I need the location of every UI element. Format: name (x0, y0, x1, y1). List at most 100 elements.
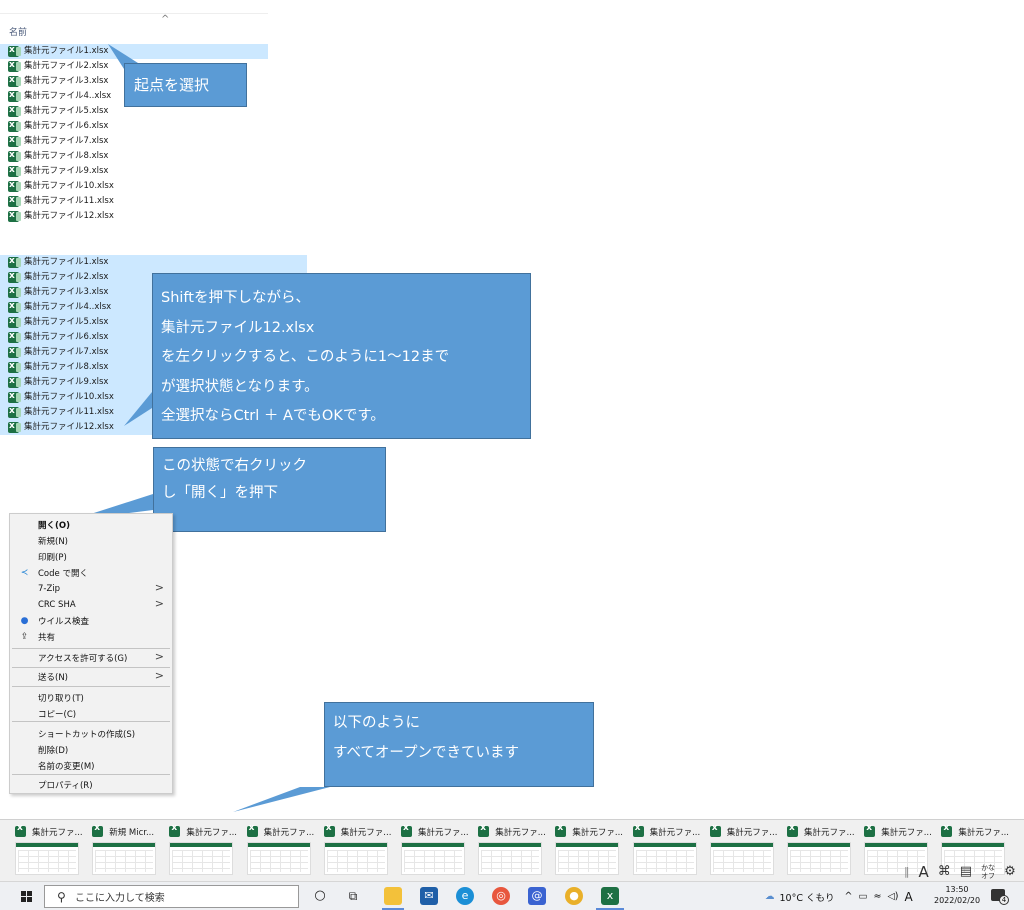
file-name: 集計元ファイル1.xlsx (24, 257, 109, 267)
ime-dictionary-icon[interactable]: ▤ (960, 864, 972, 879)
excel-window-thumbnail[interactable]: 集計元ファ... (246, 824, 319, 880)
excel-file-icon (8, 299, 21, 314)
file-item[interactable]: 集計元ファイル8.xlsx (0, 148, 268, 164)
excel-window-thumbnail[interactable]: 新規 Micr... (92, 824, 164, 880)
menu-item[interactable]: 7-Zip > (10, 581, 172, 597)
menu-item-label: 開く(O) (38, 521, 70, 531)
menu-item[interactable]: CRC SHA > (10, 597, 172, 613)
thumbnail-header: 集計元ファ... (555, 824, 627, 839)
menu-item[interactable]: 送る(N) > (10, 669, 172, 685)
app-red-icon[interactable]: ◎ (492, 887, 510, 905)
menu-item[interactable]: コピー(C) (10, 706, 172, 722)
excel-window-thumbnail[interactable]: 集計元ファ... (401, 824, 473, 880)
thumbnail-title: 集計元ファ... (572, 827, 623, 838)
menu-item[interactable]: ⇪ 共有 (10, 629, 172, 645)
sort-ascending-icon[interactable]: ^ (161, 14, 169, 25)
network-icon[interactable]: ▭ (858, 891, 867, 902)
file-name: 集計元ファイル5.xlsx (24, 317, 109, 327)
notification-icon[interactable]: 4 (991, 889, 1009, 905)
weather-icon[interactable]: ☁ (765, 891, 775, 902)
file-item[interactable]: 集計元ファイル1.xlsx (0, 43, 268, 59)
menu-item[interactable]: 開く(O) (10, 517, 172, 533)
ime-letter-icon[interactable]: A (919, 863, 929, 881)
kana-toggle[interactable]: かな オフ (981, 864, 995, 880)
callout-text: 全選択ならCtrl ＋ AでもOKです。 (161, 408, 385, 424)
windows-start-icon[interactable] (21, 891, 33, 903)
excel-taskbar-icon[interactable]: x (601, 887, 619, 905)
file-name: 集計元ファイル5.xlsx (24, 106, 109, 116)
excel-window-thumbnail[interactable]: 集計元ファ... (478, 824, 550, 880)
excel-file-icon (8, 269, 21, 284)
system-tray: ☁ 10°C くもり ^ ▭ ≈ ◁) A (765, 882, 913, 910)
menu-item[interactable]: ● ウイルス検査 (10, 613, 172, 629)
thumbnail-preview (555, 842, 620, 875)
file-item[interactable]: 集計元ファイル10.xlsx (0, 178, 268, 194)
wifi-icon[interactable]: ≈ (873, 891, 881, 902)
callout-right-click: この状態で右クリック し「開く」を押下 (153, 447, 386, 532)
menu-item[interactable]: 印刷(P) (10, 549, 172, 565)
file-name: 集計元ファイル7.xlsx (24, 347, 109, 357)
volume-icon[interactable]: ◁) (887, 891, 898, 902)
ime-pad-icon[interactable]: ⌘ (938, 864, 951, 879)
thumbnail-header: 集計元ファ... (401, 824, 473, 839)
at-mail-icon[interactable]: @ (528, 887, 546, 905)
callout-shift-select: Shiftを押下しながら、 集計元ファイル12.xlsx を左クリックすると、こ… (152, 273, 531, 439)
menu-item[interactable]: アクセスを許可する(G) > (10, 650, 172, 666)
thumbnail-title: 集計元ファ... (495, 827, 546, 838)
callout-text: 以下のように (333, 715, 420, 731)
clock-time: 13:50 (945, 885, 969, 894)
excel-window-thumbnail[interactable]: 集計元ファ... (15, 824, 87, 880)
chevron-right-icon: > (154, 597, 164, 610)
thumbnail-preview (478, 842, 543, 875)
excel-window-thumbnail[interactable]: 集計元ファ... (169, 824, 241, 880)
kana-bottom: オフ (981, 871, 996, 880)
thumbnail-header: 集計元ファ... (864, 824, 936, 839)
file-explorer-icon[interactable] (384, 887, 402, 905)
taskbar-search-box[interactable]: ⚲ ここに入力して検索 (44, 885, 299, 908)
excel-window-thumbnail[interactable]: 集計元ファ... (632, 824, 705, 880)
menu-item[interactable]: 新規(N) (10, 533, 172, 549)
ime-mode-indicator[interactable]: A (904, 890, 912, 904)
excel-icon (787, 824, 798, 837)
file-item[interactable]: 集計元ファイル7.xlsx (0, 133, 268, 149)
callout-text: 集計元ファイル12.xlsx (161, 319, 315, 336)
file-item[interactable]: 集計元ファイル6.xlsx (0, 118, 268, 134)
thumbnail-title: 集計元ファ... (881, 827, 932, 838)
excel-window-thumbnail[interactable]: 集計元ファ... (555, 824, 627, 880)
excel-icon (401, 824, 412, 837)
cortana-icon[interactable]: ○ (311, 887, 329, 905)
thumbnail-preview (92, 842, 157, 875)
edge-icon[interactable]: e (456, 887, 474, 905)
clock[interactable]: 13:50 2022/02/20 (934, 884, 980, 906)
kana-top: かな (981, 863, 996, 872)
excel-file-icon (8, 193, 21, 208)
chevron-right-icon: > (154, 669, 164, 682)
file-item[interactable]: 集計元ファイル9.xlsx (0, 163, 268, 179)
file-item[interactable]: 集計元ファイル12.xlsx (0, 208, 268, 224)
menu-separator (12, 721, 170, 722)
column-header-name[interactable]: 名前 (9, 25, 27, 38)
excel-window-thumbnail[interactable]: 集計元ファ... (323, 824, 396, 880)
weather-text[interactable]: 10°C くもり (780, 890, 835, 904)
menu-item[interactable]: 削除(D) (10, 742, 172, 758)
thumbnail-title: 集計元ファ... (649, 827, 701, 838)
file-item[interactable]: 集計元ファイル11.xlsx (0, 193, 268, 209)
thumbnail-header: 新規 Micr... (92, 824, 164, 839)
excel-icon (555, 824, 567, 837)
menu-item[interactable]: プロパティ(R) (10, 777, 172, 793)
gear-icon[interactable]: ⚙ (1004, 864, 1016, 879)
excel-window-thumbnail[interactable]: 集計元ファ... (787, 824, 859, 880)
menu-item[interactable]: ショートカットの作成(S) (10, 726, 172, 742)
chevron-up-icon[interactable]: ^ (845, 891, 853, 902)
callout-text: を左クリックすると、このように1～12まで (161, 349, 450, 365)
menu-item[interactable]: ≺ Code で開く (10, 565, 172, 581)
grip-icon: ‖ (904, 865, 910, 878)
file-item[interactable]: 集計元ファイル1.xlsx (0, 254, 307, 270)
task-view-icon[interactable]: ⧉ (344, 887, 362, 905)
excel-window-thumbnail[interactable]: 集計元ファ... (709, 824, 782, 880)
mail-icon[interactable]: ✉ (420, 887, 438, 905)
thumbnail-title: 集計元ファ... (958, 827, 1009, 838)
menu-item[interactable]: 切り取り(T) (10, 690, 172, 706)
chrome-icon[interactable]: ● (565, 887, 583, 905)
menu-item[interactable]: 名前の変更(M) (10, 758, 172, 774)
